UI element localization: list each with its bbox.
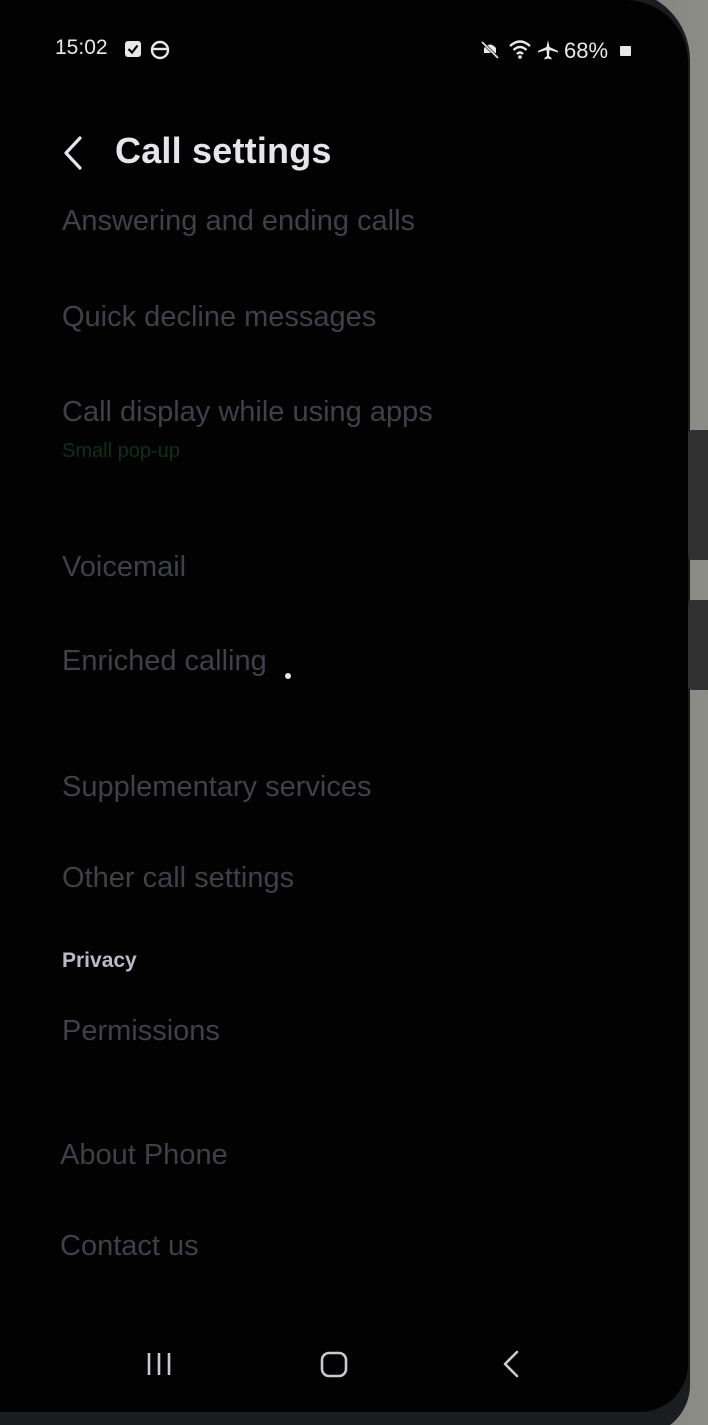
device-frame: 15:02 68% Call settings Answering and en… [0, 0, 708, 1425]
battery-icon [620, 44, 632, 62]
navigation-bar [0, 1330, 688, 1400]
mute-icon [480, 40, 500, 65]
privacy-section-title: Privacy [62, 949, 137, 972]
status-time: 15:02 [55, 36, 108, 59]
page-title: Call settings [115, 130, 332, 171]
phone-screen: 15:02 68% Call settings Answering and en… [0, 0, 688, 1412]
supplementary-services-item[interactable]: Supplementary services [62, 771, 371, 804]
voicemail-item[interactable]: Voicemail [62, 551, 186, 584]
battery-percent: 68% [564, 38, 609, 63]
other-call-settings-item[interactable]: Other call settings [62, 862, 294, 895]
call-display-while-using-apps-item[interactable]: Call display while using apps [62, 396, 433, 429]
recents-icon[interactable] [134, 1340, 184, 1390]
wifi-icon [508, 38, 532, 65]
quick-decline-messages-item[interactable]: Quick decline messages [62, 301, 376, 334]
alarm-clock-icon [150, 40, 170, 65]
home-icon[interactable] [309, 1340, 359, 1390]
contact-us-item[interactable]: Contact us [60, 1230, 199, 1263]
side-button [688, 430, 708, 560]
checkbox-notification-icon [124, 40, 142, 63]
app-header: Call settings [0, 120, 688, 190]
permissions-item[interactable]: Permissions [62, 1015, 220, 1048]
chevron-left-icon[interactable] [58, 134, 88, 174]
touch-indicator-dot [285, 673, 291, 679]
side-button [688, 600, 708, 690]
about-phone-item[interactable]: About Phone [60, 1139, 228, 1172]
airplane-icon [537, 39, 559, 66]
answering-and-ending-calls-item[interactable]: Answering and ending calls [62, 205, 415, 238]
status-bar: 15:02 68% [0, 30, 688, 70]
enriched-calling-item[interactable]: Enriched calling [62, 645, 267, 678]
call-display-sublabel: Small pop-up [62, 440, 180, 462]
back-icon[interactable] [486, 1340, 536, 1390]
